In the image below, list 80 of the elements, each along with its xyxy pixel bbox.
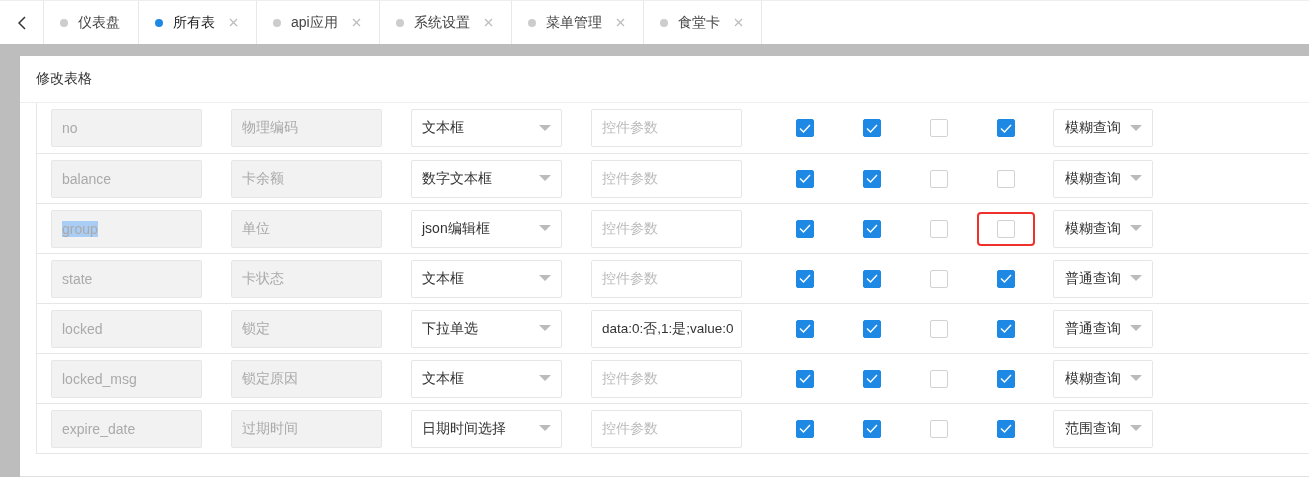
checkmark-icon: [999, 374, 1012, 383]
control-type-select[interactable]: 下拉单选: [411, 309, 562, 348]
query-type-select[interactable]: 模糊查询: [1053, 109, 1153, 147]
checkbox[interactable]: [795, 169, 814, 188]
checkbox[interactable]: [996, 419, 1015, 438]
query-type-select[interactable]: 模糊查询: [1053, 209, 1153, 248]
checkmark-icon: [798, 123, 811, 133]
caret-icon: [539, 225, 551, 232]
query-type-select[interactable]: 范围查询: [1053, 409, 1153, 448]
dialog-title: 修改表格: [36, 70, 92, 88]
checkmark-icon: [798, 224, 811, 233]
checkmark-icon: [798, 374, 811, 383]
caret-icon: [1130, 275, 1142, 282]
query-type-select[interactable]: 模糊查询: [1053, 159, 1153, 198]
checkbox[interactable]: [862, 319, 881, 338]
checkbox[interactable]: [795, 119, 814, 137]
close-icon[interactable]: [733, 18, 743, 27]
control-type-select[interactable]: 数字文本框: [411, 159, 562, 198]
checkmark-icon: [999, 274, 1012, 283]
checkbox[interactable]: [996, 369, 1015, 388]
checkbox[interactable]: [862, 119, 881, 137]
checkbox[interactable]: [795, 269, 814, 288]
close-icon[interactable]: [615, 18, 625, 27]
control-type-select[interactable]: json编辑框: [411, 209, 562, 248]
checkmark-icon: [865, 224, 878, 233]
checkmark-icon: [798, 324, 811, 333]
checkbox[interactable]: [996, 119, 1015, 137]
close-icon[interactable]: [351, 18, 361, 27]
caret-icon: [539, 425, 551, 432]
tab[interactable]: 菜单管理: [511, 1, 644, 44]
checkmark-icon: [865, 274, 878, 283]
query-type-select[interactable]: 普通查询: [1053, 309, 1153, 348]
checkmark-icon: [865, 424, 878, 433]
checkmark-icon: [798, 424, 811, 433]
checkbox[interactable]: [862, 419, 881, 438]
close-icon[interactable]: [229, 18, 238, 27]
checkbox[interactable]: [862, 269, 881, 288]
checkmark-icon: [865, 324, 878, 333]
caret-icon: [1130, 175, 1142, 182]
checkmark-icon: [865, 123, 878, 133]
caret-icon: [1130, 225, 1142, 232]
checkmark-icon: [865, 374, 878, 383]
tab[interactable]: 食堂卡: [643, 1, 762, 44]
control-type-select[interactable]: 文本框: [411, 109, 562, 147]
tab[interactable]: 所有表: [139, 1, 257, 44]
caret-icon: [539, 375, 551, 382]
control-type-select[interactable]: 日期时间选择: [411, 409, 562, 448]
params-input[interactable]: data:0:否,1:是;value:0: [591, 309, 742, 348]
checkbox[interactable]: [795, 369, 814, 388]
checkmark-icon: [798, 274, 811, 283]
checkmark-icon: [999, 424, 1012, 433]
caret-icon: [539, 325, 551, 332]
tab[interactable]: api应用: [257, 1, 380, 44]
checkmark-icon: [999, 123, 1012, 133]
tab[interactable]: 仪表盘: [44, 1, 139, 44]
caret-icon: [1130, 325, 1142, 332]
checkbox[interactable]: [862, 169, 881, 188]
caret-icon: [539, 175, 551, 182]
tab[interactable]: 系统设置: [379, 1, 512, 44]
checkbox[interactable]: [996, 269, 1015, 288]
chevron-left-icon: [17, 15, 26, 30]
control-type-select[interactable]: 文本框: [411, 259, 562, 298]
control-type-select[interactable]: 文本框: [411, 359, 562, 398]
checkmark-icon: [865, 174, 878, 183]
checkbox[interactable]: [996, 319, 1015, 338]
checkmark-icon: [798, 174, 811, 183]
caret-icon: [539, 124, 551, 132]
query-type-select[interactable]: 模糊查询: [1053, 359, 1153, 398]
checkbox[interactable]: [795, 219, 814, 238]
checkbox[interactable]: [795, 319, 814, 338]
caret-icon: [539, 275, 551, 282]
checkmark-icon: [999, 324, 1012, 333]
checkbox[interactable]: [795, 419, 814, 438]
caret-icon: [1130, 375, 1142, 382]
caret-icon: [1130, 124, 1142, 132]
query-type-select[interactable]: 普通查询: [1053, 259, 1153, 298]
close-icon[interactable]: [483, 18, 493, 27]
caret-icon: [1130, 425, 1142, 432]
checkbox[interactable]: [862, 219, 881, 238]
checkbox[interactable]: [862, 369, 881, 388]
